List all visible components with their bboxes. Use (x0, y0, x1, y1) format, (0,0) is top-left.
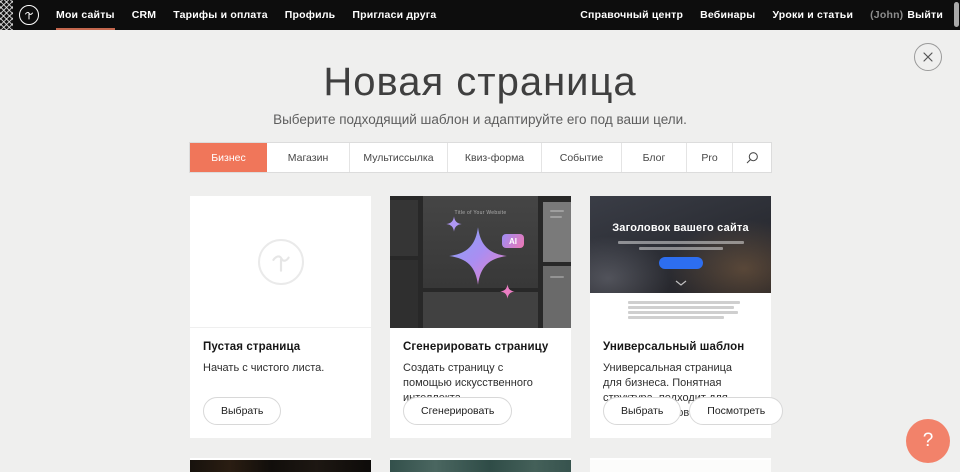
nav-account: (John) Выйти (870, 0, 943, 30)
tilda-logo[interactable] (19, 5, 39, 25)
main-menu: Мои сайты CRM Тарифы и оплата Профиль Пр… (56, 0, 436, 30)
tab-pro[interactable]: Pro (687, 143, 733, 172)
ai-card-body: Сгенерировать страницу Создать страницу … (390, 328, 571, 438)
tilda-logo-icon (23, 9, 35, 21)
nav-invite-friend[interactable]: Пригласи друга (352, 0, 436, 30)
hero-text-line (639, 247, 723, 250)
generate-button[interactable]: Сгенерировать (403, 397, 512, 425)
template-text-section (590, 293, 771, 328)
template-card-partial[interactable] (590, 458, 771, 472)
card-actions: Выбрать Посмотреть (603, 397, 783, 425)
tab-event[interactable]: Событие (542, 143, 622, 172)
tilda-placeholder-icon (258, 239, 304, 285)
card-ai-generate[interactable]: Title of Your Website AI Сгенерировать с… (390, 196, 571, 438)
nav-lessons-articles[interactable]: Уроки и статьи (772, 0, 853, 30)
nav-crm[interactable]: CRM (132, 0, 157, 30)
secondary-menu: Справочный центр Вебинары Уроки и статьи… (580, 0, 943, 30)
logout-link[interactable]: Выйти (907, 9, 943, 21)
edge-pattern-decoration (0, 0, 13, 30)
blank-page-body: Пустая страница Начать с чистого листа. … (190, 328, 371, 438)
template-thumbnail (390, 460, 571, 472)
nav-my-sites[interactable]: Мои сайты (56, 0, 115, 30)
template-card-body: Универсальный шаблон Универсальная стран… (590, 328, 771, 438)
scrollbar-thumb[interactable] (954, 2, 959, 27)
card-title: Сгенерировать страницу (403, 341, 558, 353)
template-card-partial[interactable] (390, 458, 571, 472)
preview-template-button[interactable]: Посмотреть (689, 397, 783, 425)
page-title: Новая страница (0, 60, 960, 105)
nav-webinars[interactable]: Вебинары (700, 0, 755, 30)
nav-help-center[interactable]: Справочный центр (580, 0, 683, 30)
hero-text-line (618, 241, 744, 244)
hero-cta-button (659, 257, 703, 269)
username-label: (John) (870, 9, 903, 21)
tilda-app-screen: Мои сайты CRM Тарифы и оплата Профиль Пр… (0, 0, 960, 472)
template-hero-title: Заголовок вашего сайта (590, 222, 771, 234)
template-preview: Заголовок вашего сайта (590, 196, 771, 328)
choose-template-button[interactable]: Выбрать (603, 397, 681, 425)
chevron-down-icon (675, 280, 687, 286)
ai-star-icon (448, 226, 508, 286)
ai-preview: Title of Your Website AI (390, 196, 571, 328)
template-hero: Заголовок вашего сайта (590, 196, 771, 293)
tab-store[interactable]: Магазин (267, 143, 350, 172)
card-title: Пустая страница (203, 341, 358, 353)
template-category-tabs: Бизнес Магазин Мультиссылка Квиз-форма С… (189, 142, 772, 173)
help-button[interactable]: ? (906, 419, 950, 463)
template-card-partial[interactable] (190, 458, 371, 472)
tab-quiz-form[interactable]: Квиз-форма (448, 143, 542, 172)
top-navbar: Мои сайты CRM Тарифы и оплата Профиль Пр… (0, 0, 960, 30)
ai-badge: AI (502, 234, 524, 248)
template-thumbnail (590, 460, 771, 472)
card-title: Универсальный шаблон (603, 341, 758, 353)
tab-search[interactable] (733, 143, 771, 172)
collage-caption: Title of Your Website (390, 210, 571, 216)
tilda-glyph-icon (268, 249, 294, 275)
blank-page-preview (190, 196, 371, 328)
search-icon (745, 151, 759, 165)
ai-small-star-icon (446, 216, 462, 232)
nav-plans-payment[interactable]: Тарифы и оплата (173, 0, 268, 30)
ai-small-star2-icon (500, 284, 515, 299)
choose-blank-button[interactable]: Выбрать (203, 397, 281, 425)
page-subtitle: Выберите подходящий шаблон и адаптируйте… (0, 112, 960, 127)
tab-multilink[interactable]: Мультиссылка (350, 143, 448, 172)
card-actions: Сгенерировать (403, 397, 512, 425)
tab-blog[interactable]: Блог (622, 143, 687, 172)
template-thumbnail (190, 460, 371, 472)
card-blank-page[interactable]: Пустая страница Начать с чистого листа. … (190, 196, 371, 438)
nav-profile[interactable]: Профиль (285, 0, 336, 30)
card-universal-template[interactable]: Заголовок вашего сайта Универсальный шаб… (590, 196, 771, 438)
card-actions: Выбрать (203, 397, 281, 425)
card-description: Начать с чистого листа. (203, 361, 358, 376)
tab-business[interactable]: Бизнес (190, 143, 267, 172)
